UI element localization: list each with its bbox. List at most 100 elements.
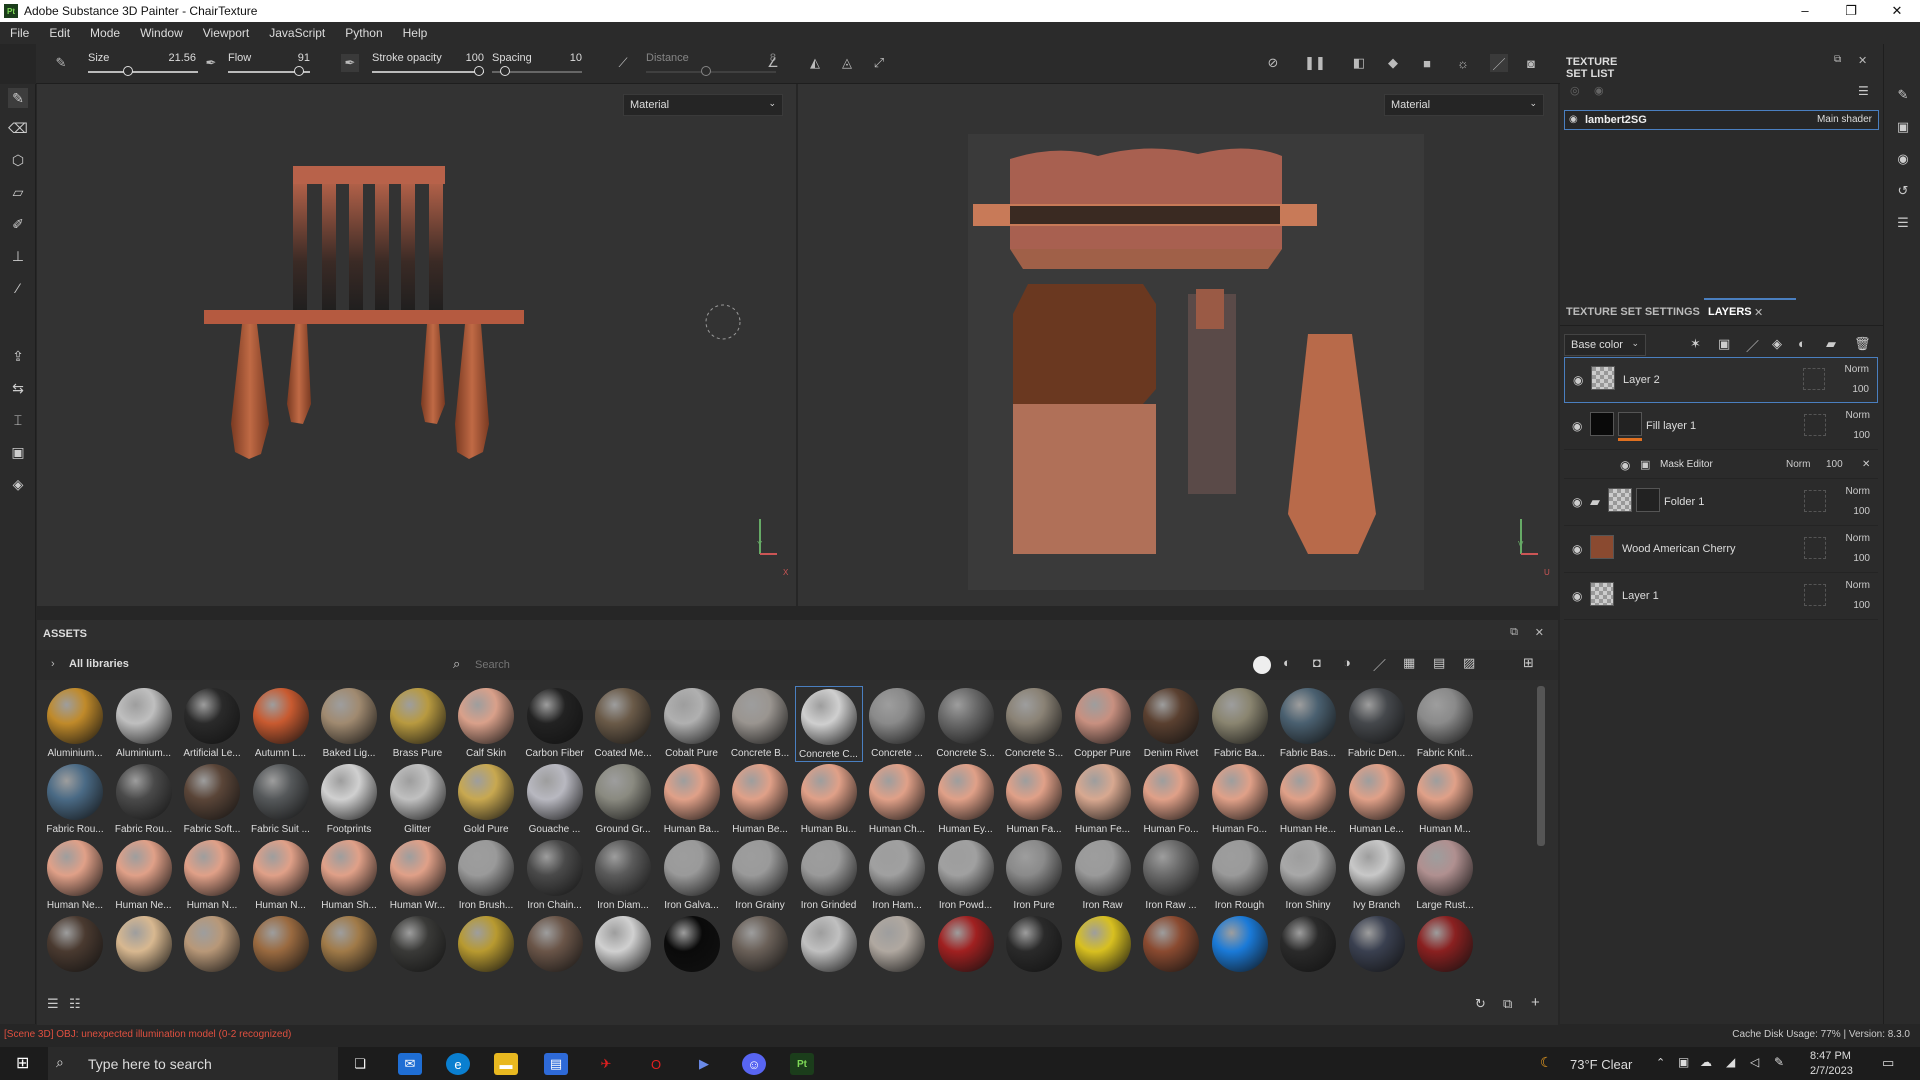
material-tile[interactable]: Fabric Knit... [1411,686,1479,762]
blend-mode-dropdown[interactable]: Norm [1845,364,1869,375]
material-tile[interactable]: Iron Shiny [1274,838,1342,914]
split-view-icon[interactable]: ◧ [1350,54,1368,72]
layer-mask-slot[interactable] [1804,490,1826,512]
tsl-close-icon[interactable]: ✕ [1858,54,1867,67]
texture-set-item[interactable]: ◉ lambert2SG Main shader [1564,110,1879,130]
material-tile[interactable]: Concrete S... [932,686,1000,762]
material-tile[interactable]: Iron Diam... [589,838,657,914]
material-tile[interactable]: Glitter [384,762,452,838]
material-tile[interactable]: Iron Grainy [726,838,794,914]
shader-settings-icon[interactable]: ◈ [8,474,28,494]
eye-icon[interactable]: ◉ [1572,495,1582,509]
projection-icon[interactable]: ⬡ [8,150,28,170]
material-tile[interactable]: Human Bu... [795,762,863,838]
material-tile[interactable] [315,914,383,986]
material-tile[interactable]: Iron Grinded [795,838,863,914]
stroke-opacity-slider[interactable]: Stroke opacity 100 [372,52,484,80]
material-tile[interactable]: Iron Raw ... [1137,838,1205,914]
minimize-button[interactable]: – [1782,3,1828,19]
add-paint-layer-icon[interactable]: ／ [1746,336,1759,355]
measure-icon[interactable]: ⌶ [8,410,28,430]
material-tile[interactable]: Concrete B... [726,686,794,762]
distance-slider[interactable]: Distance 8 [646,52,776,80]
opacity-value[interactable]: 100 [1852,384,1869,395]
material-tile[interactable]: Fabric Den... [1343,686,1411,762]
material-tile[interactable]: Denim Rivet [1137,686,1205,762]
eye-icon[interactable]: ◉ [1572,419,1582,433]
material-tile[interactable]: Fabric Rou... [41,762,109,838]
onedrive-icon[interactable]: ☁ [1700,1055,1712,1069]
material-tile[interactable]: Human Wr... [384,838,452,914]
environment-icon[interactable]: ☼ [1454,54,1472,72]
flow-pen-pressure-icon[interactable]: ✒ [341,54,359,72]
material-tile[interactable]: Human Ba... [658,762,726,838]
blend-mode-dropdown[interactable]: Norm [1846,580,1870,591]
filter-environments-icon[interactable]: ▨ [1463,655,1475,671]
folder-row[interactable]: ◉ ▰ Folder 1 Norm 100 [1564,480,1878,526]
eraser-icon[interactable]: ⌫ [8,118,28,138]
paint-mode-icon[interactable]: ／ [1490,54,1508,72]
menu-help[interactable]: Help [393,26,438,40]
maximize-button[interactable]: ❐ [1828,3,1874,19]
close-icon[interactable]: ✕ [1862,459,1870,470]
material-tile[interactable]: Human Be... [726,762,794,838]
refresh-icon[interactable]: ↻ [1475,996,1486,1012]
opera-icon[interactable]: O [644,1053,668,1075]
material-tile[interactable]: Human Fa... [1000,762,1068,838]
material-tile[interactable] [589,914,657,986]
material-tile[interactable]: Large Rust... [1411,838,1479,914]
material-tile[interactable] [932,914,1000,986]
material-tile[interactable] [1137,914,1205,986]
layer-row[interactable]: ◉ Layer 2 Norm 100 [1564,357,1878,403]
material-tile[interactable] [452,914,520,986]
opacity-value[interactable]: 100 [1826,459,1843,470]
file-explorer-icon[interactable]: ▬ [494,1053,518,1075]
tray-chevron-icon[interactable]: ⌃ [1656,1056,1665,1069]
material-tile[interactable]: Human Fo... [1206,762,1274,838]
video-editor-icon[interactable]: ▶ [692,1053,716,1075]
layers-close-icon[interactable]: ✕ [1754,306,1763,319]
material-tile[interactable] [1000,914,1068,986]
weather-text[interactable]: 73°F Clear [1570,1057,1632,1072]
material-tile[interactable]: Iron Chain... [521,838,589,914]
material-tile[interactable]: Ground Gr... [589,762,657,838]
menu-window[interactable]: Window [130,26,193,40]
material-tile[interactable] [384,914,452,986]
transform-icon[interactable]: ⤢ [870,54,888,72]
material-tile[interactable]: Iron Ham... [863,838,931,914]
material-tile[interactable]: Iron Brush... [452,838,520,914]
angle-icon[interactable]: ∠ [764,54,782,72]
view-3d-icon[interactable]: ◆ [1384,54,1402,72]
polygon-fill-icon[interactable]: ▱ [8,182,28,202]
material-tile[interactable]: Autumn L... [247,686,315,762]
material-tile[interactable]: Aluminium... [110,686,178,762]
material-tile[interactable]: Baked Lig... [315,686,383,762]
log-icon[interactable]: ☰ [1894,214,1912,232]
add-effect-icon[interactable]: ✶ [1690,336,1701,352]
view-grid-icon[interactable]: ⊞ [1523,655,1534,671]
material-tile[interactable] [521,914,589,986]
material-tile[interactable]: Iron Raw [1069,838,1137,914]
history-icon[interactable]: ↺ [1894,182,1912,200]
blend-mode-dropdown[interactable]: Norm [1846,486,1870,497]
material-tile[interactable] [110,914,178,986]
app-red-icon[interactable]: ✈ [594,1053,618,1075]
store-icon[interactable]: ▤ [544,1053,568,1075]
material-tile[interactable] [1274,914,1342,986]
add-fill-layer-icon[interactable]: ◈ [1772,336,1782,352]
material-tile[interactable]: Human N... [178,838,246,914]
paint-brush-icon[interactable]: ✎ [8,88,28,108]
tsl-float-icon[interactable]: ⧉ [1834,54,1841,65]
material-tile[interactable]: Cobalt Pure [658,686,726,762]
filter-smart-materials-icon[interactable]: ◐ [1283,655,1291,670]
clock-date[interactable]: 2/7/2023 [1810,1065,1853,1077]
texture-set-eye-icon[interactable]: ◉ [1569,114,1578,125]
layer-mask-slot[interactable] [1804,537,1826,559]
lazy-mouse-icon[interactable]: ⟋ [614,54,632,72]
material-tile[interactable]: Calf Skin [452,686,520,762]
tsl-solo-icon[interactable]: ◉ [1594,84,1604,97]
notifications-icon[interactable]: ▭ [1882,1055,1894,1071]
pen-icon[interactable]: ✎ [1774,1055,1784,1069]
material-tile[interactable]: Iron Pure [1000,838,1068,914]
mail-icon[interactable]: ✉ [398,1053,422,1075]
